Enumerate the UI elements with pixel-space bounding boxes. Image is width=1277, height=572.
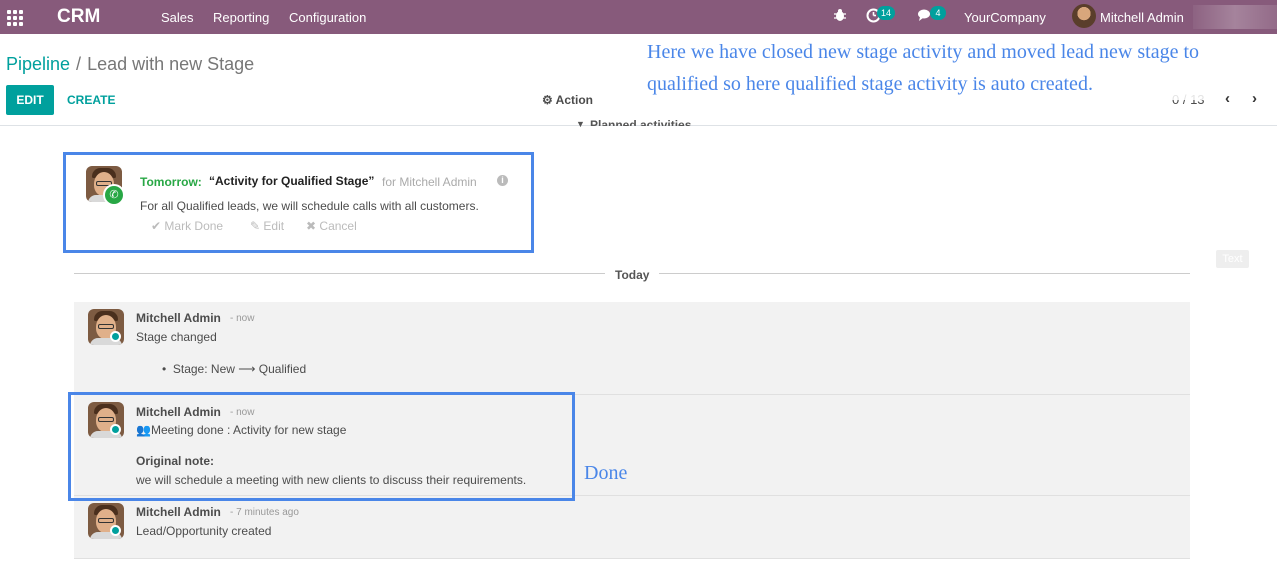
message-time: - now: [230, 313, 255, 324]
gear-icon: ⚙: [542, 93, 553, 107]
menu-sales[interactable]: Sales: [161, 10, 194, 25]
activity-count-badge: 14: [877, 6, 896, 20]
chatter-message: Mitchell Admin - now Stage changed • Sta…: [74, 302, 1190, 395]
tracking-value-text: Stage: New ⟶ Qualified: [172, 362, 307, 376]
highlight-box-done: [68, 392, 575, 501]
online-status-icon: [110, 331, 121, 342]
blurred-area: [1193, 5, 1277, 29]
done-annotation: Done: [584, 462, 628, 484]
company-switcher[interactable]: YourCompany: [964, 10, 1046, 25]
message-body: Stage changed: [136, 330, 217, 344]
apps-menu-icon[interactable]: [7, 10, 23, 26]
message-author[interactable]: Mitchell Admin: [136, 311, 221, 325]
action-menu[interactable]: ⚙ Action: [542, 93, 593, 107]
breadcrumb-current: Lead with new Stage: [87, 54, 255, 74]
annotation-text: Here we have closed new stage activity a…: [647, 36, 1207, 100]
date-separator: Today: [615, 268, 650, 282]
bug-icon[interactable]: [833, 8, 847, 25]
text-chip: Text: [1216, 250, 1249, 268]
menu-configuration[interactable]: Configuration: [289, 10, 366, 25]
menu-reporting[interactable]: Reporting: [213, 10, 269, 25]
message-count-badge: 4: [930, 6, 946, 20]
user-avatar[interactable]: [1072, 4, 1096, 28]
message-author[interactable]: Mitchell Admin: [136, 505, 221, 519]
divider: [659, 273, 1190, 274]
planned-activities-toggle[interactable]: Planned activities: [590, 118, 691, 126]
caret-down-icon[interactable]: ▼: [576, 119, 585, 129]
online-status-icon: [110, 525, 121, 536]
divider: [74, 273, 605, 274]
chatter-message: Mitchell Admin - 7 minutes ago Lead/Oppo…: [74, 496, 1190, 559]
message-body: Lead/Opportunity created: [136, 524, 272, 538]
breadcrumb-pipeline[interactable]: Pipeline: [6, 54, 70, 74]
edit-button[interactable]: EDIT: [6, 85, 54, 115]
app-brand[interactable]: CRM: [57, 6, 100, 28]
message-time: - 7 minutes ago: [230, 507, 299, 518]
create-button[interactable]: CREATE: [67, 93, 115, 107]
action-label: Action: [555, 93, 593, 107]
pager-next-icon[interactable]: ›: [1252, 90, 1257, 107]
tracking-value: • Stage: New ⟶ Qualified: [162, 362, 307, 376]
breadcrumb: Pipeline / Lead with new Stage: [6, 54, 254, 75]
highlight-box-activity: [63, 152, 534, 253]
pager-previous-icon[interactable]: ‹: [1225, 90, 1230, 107]
breadcrumb-separator: /: [76, 54, 82, 74]
user-menu[interactable]: Mitchell Admin: [1100, 10, 1184, 25]
top-navbar: CRM Sales Reporting Configuration 14 4 Y…: [0, 0, 1277, 34]
